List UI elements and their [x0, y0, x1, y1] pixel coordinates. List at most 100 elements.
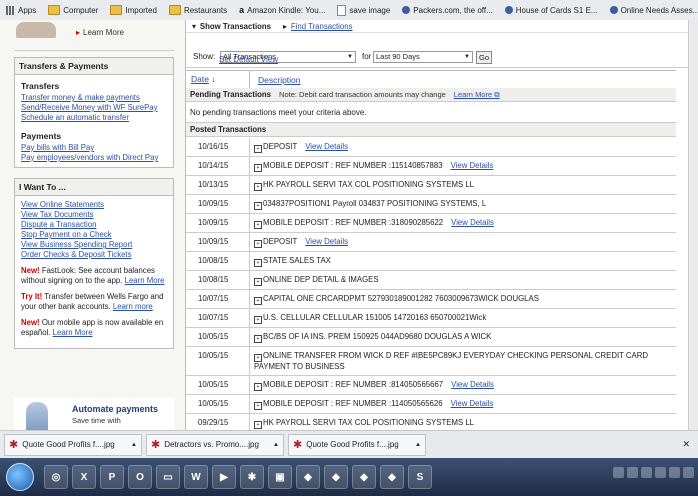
- folder-icon[interactable]: ▭: [156, 465, 180, 489]
- skype-icon[interactable]: S: [408, 465, 432, 489]
- expand-icon[interactable]: +: [254, 316, 262, 324]
- schedule-transfer-link[interactable]: Schedule an automatic transfer: [21, 113, 167, 123]
- go-button[interactable]: Go: [476, 51, 492, 64]
- expand-icon[interactable]: +: [254, 221, 262, 229]
- automate-payments-promo[interactable]: Automate payments Save time with: [14, 398, 174, 430]
- transfers-payments-box: Transfers & Payments Transfers Transfer …: [14, 57, 174, 168]
- stop-payment-link[interactable]: Stop Payment on a Check: [21, 230, 167, 240]
- download-item[interactable]: ✱ Detractors vs. Promo....jpg ▲: [146, 433, 284, 456]
- date-column-header[interactable]: Date ↓: [186, 71, 250, 88]
- tray-icon[interactable]: [669, 467, 680, 478]
- show-transactions-tab[interactable]: Show Transactions: [200, 22, 271, 31]
- bookmark-packers[interactable]: Packers.com, the off...: [396, 0, 498, 20]
- bookmark-save-image[interactable]: save image: [331, 0, 396, 20]
- spending-report-link[interactable]: View Business Spending Report: [21, 240, 167, 250]
- table-row: 10/16/15 + DEPOSIT View Details: [186, 138, 676, 157]
- bookmark-amazon-kindle[interactable]: a Amazon Kindle: You...: [233, 0, 331, 20]
- table-row: 10/05/15 + MOBILE DEPOSIT : REF NUMBER :81…: [186, 376, 676, 395]
- app-icon[interactable]: ◆: [324, 465, 348, 489]
- bookmark-restaurants[interactable]: Restaurants: [163, 0, 233, 20]
- photos-icon[interactable]: ▣: [268, 465, 292, 489]
- direct-pay-link[interactable]: Pay employees/vendors with Direct Pay: [21, 153, 167, 163]
- scrollbar[interactable]: [688, 20, 698, 430]
- view-details-link[interactable]: View Details: [305, 142, 348, 151]
- download-item[interactable]: ✱ Quote Good Profits f....jpg ▲: [288, 433, 426, 456]
- pending-learn-more-link[interactable]: Learn More ⧉: [454, 90, 500, 100]
- folder-icon: [168, 5, 181, 15]
- expand-icon[interactable]: +: [254, 259, 262, 267]
- expand-icon[interactable]: +: [254, 240, 262, 248]
- bookmarks-bar: Apps Computer Imported Restaurants a Amaz…: [0, 0, 698, 21]
- view-details-link[interactable]: View Details: [451, 380, 494, 389]
- description-column-header[interactable]: Description: [250, 75, 301, 85]
- tray-icon[interactable]: [683, 467, 694, 478]
- start-button[interactable]: [6, 463, 34, 491]
- view-details-link[interactable]: View Details: [305, 237, 348, 246]
- app-icon[interactable]: ◆: [380, 465, 404, 489]
- online-statements-link[interactable]: View Online Statements: [21, 200, 167, 210]
- transfer-money-link[interactable]: Transfer money & make payments: [21, 93, 167, 103]
- app-icon[interactable]: ◆: [296, 465, 320, 489]
- transaction-date: 10/05/15: [186, 347, 250, 375]
- chrome-icon[interactable]: ◎: [44, 465, 68, 489]
- view-details-link[interactable]: View Details: [451, 218, 494, 227]
- bookmark-imported[interactable]: Imported: [104, 0, 163, 20]
- find-transactions-link[interactable]: Find Transactions: [291, 22, 353, 31]
- tray-icon[interactable]: [641, 467, 652, 478]
- word-icon[interactable]: W: [184, 465, 208, 489]
- bookmark-computer[interactable]: Computer: [42, 0, 104, 20]
- transaction-date: 10/05/15: [186, 328, 250, 346]
- tray-icon[interactable]: [655, 467, 666, 478]
- caret-icon: ▲: [415, 441, 421, 448]
- expand-icon[interactable]: +: [254, 383, 262, 391]
- view-details-link[interactable]: View Details: [451, 399, 494, 408]
- transaction-description: + ONLINE DEP DETAIL & IMAGES: [250, 271, 676, 289]
- outlook-icon[interactable]: O: [128, 465, 152, 489]
- table-row: 10/05/15 + BC/BS OF IA INS. PREM 150925 04…: [186, 328, 676, 347]
- period-select[interactable]: Last 90 Days ▼: [373, 51, 473, 63]
- order-checks-link[interactable]: Order Checks & Deposit Tickets: [21, 250, 167, 260]
- media-icon[interactable]: ▶: [212, 465, 236, 489]
- tray-icon[interactable]: [627, 467, 638, 478]
- top-learn-more-link[interactable]: ▸ Learn More: [76, 28, 124, 37]
- table-row: 10/05/15 + MOBILE DEPOSIT : REF NUMBER :11…: [186, 395, 676, 414]
- expand-icon[interactable]: +: [254, 297, 262, 305]
- app-icon[interactable]: ◆: [352, 465, 376, 489]
- paint-icon[interactable]: ✱: [240, 465, 264, 489]
- table-header: Date ↓ Description: [186, 70, 676, 89]
- bookmark-apps[interactable]: Apps: [0, 0, 42, 20]
- espanol-learn-more-link[interactable]: Learn More: [53, 328, 93, 337]
- surepay-link[interactable]: Send/Receive Money with WF SurePay: [21, 103, 167, 113]
- bill-pay-link[interactable]: Pay bills with Bill Pay: [21, 143, 167, 153]
- sort-arrow-icon: ↓: [211, 74, 216, 84]
- view-details-link[interactable]: View Details: [451, 161, 494, 170]
- set-default-view-link[interactable]: Set Default View: [219, 55, 278, 64]
- transaction-description: + ONLINE TRANSFER FROM WICK D REF #IBE5PC…: [254, 351, 649, 371]
- expand-icon[interactable]: +: [254, 164, 262, 172]
- transaction-date: 10/08/15: [186, 252, 250, 270]
- expand-icon[interactable]: +: [254, 202, 262, 210]
- expand-icon[interactable]: +: [254, 278, 262, 286]
- fastlook-learn-more-link[interactable]: Learn More: [125, 276, 165, 285]
- system-tray: [613, 467, 694, 478]
- close-icon[interactable]: ✕: [682, 439, 690, 450]
- tax-documents-link[interactable]: View Tax Documents: [21, 210, 167, 220]
- expand-icon[interactable]: +: [254, 183, 262, 191]
- excel-icon[interactable]: X: [72, 465, 96, 489]
- fastlook-promo: New! FastLook: See account balances with…: [21, 266, 165, 285]
- expand-icon[interactable]: +: [254, 354, 262, 362]
- powerpoint-icon[interactable]: P: [100, 465, 124, 489]
- expand-icon[interactable]: +: [254, 402, 262, 410]
- bookmark-online-needs[interactable]: Online Needs Asses...: [604, 0, 698, 20]
- download-item[interactable]: ✱ Quote Good Profits f....jpg ▲: [4, 433, 142, 456]
- expand-icon[interactable]: +: [254, 421, 262, 429]
- bookmark-house-of-cards[interactable]: House of Cards S1 E...: [499, 0, 604, 20]
- dispute-transaction-link[interactable]: Dispute a Transaction: [21, 220, 167, 230]
- expand-icon[interactable]: +: [254, 145, 262, 153]
- expand-icon[interactable]: +: [254, 335, 262, 343]
- caret-icon: ▲: [273, 441, 279, 448]
- tray-icon[interactable]: [613, 467, 624, 478]
- pending-title: Pending Transactions: [190, 90, 272, 99]
- transfer-learn-more-link[interactable]: Learn more: [113, 302, 153, 311]
- triangle-down-icon: ▾: [192, 21, 196, 31]
